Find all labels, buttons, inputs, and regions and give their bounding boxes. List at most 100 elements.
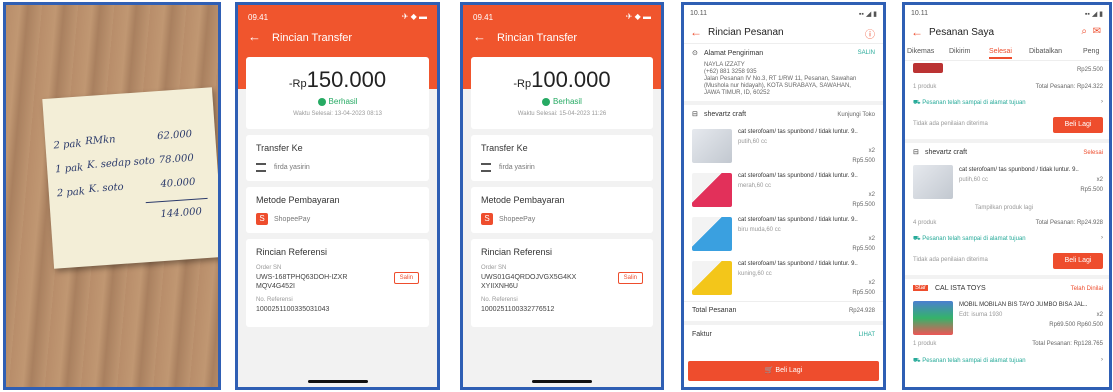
product-variant: merah,60 cc (738, 183, 772, 189)
order-sn-label: Order SN (481, 265, 507, 271)
chevron-right-icon[interactable]: › (1101, 99, 1103, 105)
visit-shop-link[interactable]: Kunjungi Toko (837, 112, 875, 118)
product-price: Rp69.500 Rp60.500 (1049, 322, 1103, 328)
help-icon[interactable]: ⓘ (865, 26, 875, 41)
bank-icon (256, 163, 266, 172)
tab-pengembalian[interactable]: Peng (1083, 48, 1099, 55)
product-variant: putih,60 cc (738, 139, 768, 145)
buy-again-button[interactable]: Beli Lagi (1053, 117, 1103, 133)
buy-again-button[interactable]: Beli Lagi (1053, 253, 1103, 269)
product-qty: x2 (868, 236, 875, 242)
back-arrow-icon[interactable]: ← (473, 29, 486, 44)
status-icons: ▪▪ ◢ ▮ (858, 11, 877, 18)
divider (684, 101, 883, 105)
product-variant: kuning,60 cc (738, 271, 772, 277)
address-line: (+62) 881 3258 935 (704, 69, 757, 75)
search-icon[interactable]: ⌕ (1081, 26, 1087, 37)
copy-address-button[interactable]: SALIN (858, 50, 875, 56)
product-qty: x2 (868, 280, 875, 286)
truck-icon: ⛟ (913, 358, 923, 364)
delivery-status[interactable]: ⛟ Pesanan telah sampai di alamat tujuan (913, 235, 1026, 243)
order-sn: UWS01G4QRDOJVGX5G4KX XYIIXNH6U (481, 274, 577, 290)
page-title: Rincian Transfer (497, 32, 578, 44)
delivery-status[interactable]: ⛟ Pesanan telah sampai di alamat tujuan (913, 357, 1026, 365)
product-name: cat sterofoam/ tas spunbond / tidak lunt… (738, 173, 858, 179)
chevron-right-icon[interactable]: › (1101, 235, 1103, 241)
product-thumbnail (692, 129, 732, 163)
payment-method: ShopeePay (274, 216, 311, 223)
product-thumbnail (692, 261, 732, 295)
status-time: 09.41 (473, 13, 494, 22)
copy-button[interactable]: Salin (393, 272, 419, 284)
payment-method-card: Metode Pembayaran S ShopeePay (471, 187, 653, 233)
product-count: 4 produk (913, 220, 937, 226)
payment-method: ShopeePay (499, 216, 536, 223)
note-item-2: K. sedap soto (86, 155, 156, 172)
amount-card: -Rp150.000 Berhasil Waktu Selesai: 13-04… (246, 57, 429, 129)
copy-button[interactable]: Salin (617, 272, 643, 284)
divider (684, 321, 883, 325)
product-qty: x2 (868, 148, 875, 154)
product-price: Rp5.500 (852, 290, 875, 296)
status-badge: Berhasil (246, 97, 429, 106)
buy-again-button[interactable]: 🛒 Beli Lagi (688, 361, 879, 381)
order-total: Total Pesanan: Rp24.322 (1035, 84, 1103, 90)
tab-dikirim[interactable]: Dikirim (949, 48, 970, 55)
chevron-right-icon[interactable]: › (1101, 357, 1103, 363)
chat-icon[interactable]: ✉ (1093, 26, 1101, 37)
note-qty-3: 2 pak (56, 186, 86, 200)
shopeepay-icon: S (481, 213, 493, 225)
tab-dibatalkan[interactable]: Dibatalkan (1029, 48, 1062, 55)
shop-name[interactable]: shevartz craft (704, 111, 746, 118)
back-arrow-icon[interactable]: ← (690, 25, 702, 39)
no-rating-text: Tidak ada penilaian diterima (913, 121, 988, 127)
show-more-products[interactable]: Tampilkan produk lagi (975, 205, 1033, 211)
location-pin-icon: ⊙ (692, 50, 698, 57)
reference-no-label: No. Referensi (481, 297, 518, 303)
truck-icon: ⛟ (913, 100, 923, 106)
note-price-2: 78.000 (158, 152, 195, 167)
tab-selesai[interactable]: Selesai (989, 48, 1012, 59)
shop-name: CAL ISTA TOYS (935, 285, 986, 292)
section-title: Metode Pembayaran (481, 195, 565, 205)
shop-icon: ⊟ (913, 149, 919, 156)
reference-no-label: No. Referensi (256, 297, 293, 303)
note-qty-2: 1 pak (54, 162, 84, 176)
shop-icon: ⊟ (692, 111, 698, 118)
reference-no: 1000251100332776512 (481, 306, 555, 313)
note-total: 144.000 (160, 206, 203, 221)
address-line: (Mushola nur hidayah), KOTA SURABAYA, SA… (704, 83, 851, 89)
back-arrow-icon[interactable]: ← (911, 25, 923, 39)
truck-icon: ⛟ (913, 236, 923, 242)
status-time: 10.11 (690, 10, 707, 17)
cart-icon: 🛒 (764, 367, 776, 374)
home-indicator (307, 380, 368, 383)
transfer-amount: -Rp100.000 (513, 67, 611, 92)
status-time: 10.11 (911, 10, 928, 17)
product-variant: biru muda,60 cc (738, 227, 781, 233)
reference-card: Rincian Referensi Order SN UWS01G4QRDOJV… (471, 239, 653, 327)
section-title: Rincian Referensi (256, 247, 328, 257)
divider (905, 139, 1109, 143)
product-count: 1 produk (913, 341, 937, 347)
order-status-tabs: Dikemas Dikirim Selesai Dibatalkan Peng (905, 45, 1109, 61)
tab-dikemas[interactable]: Dikemas (907, 48, 934, 55)
order-total[interactable]: Rp24.928 (849, 308, 875, 314)
note-price-3: 40.000 (160, 176, 196, 191)
product-name: cat sterofoam/ tas spunbond / tidak lunt… (738, 129, 858, 135)
section-title: Transfer Ke (256, 143, 303, 153)
delivery-status[interactable]: ⛟ Pesanan telah sampai di alamat tujuan (913, 99, 1026, 107)
transfer-detail-screen-2: 09.41 ✈ ◆ ▬ ← Rincian Transfer -Rp100.00… (460, 2, 664, 390)
reference-card: Rincian Referensi Order SN UWS-168TPHQ63… (246, 239, 429, 327)
product-price: Rp5.500 (852, 246, 875, 252)
divider (684, 301, 883, 302)
home-indicator (532, 380, 592, 383)
back-arrow-icon[interactable]: ← (248, 29, 261, 44)
product-qty: x2 (1096, 177, 1103, 183)
star-badge: Star (913, 285, 929, 291)
note-qty-1: 2 pak (53, 138, 82, 152)
view-invoice-link[interactable]: LIHAT (858, 332, 875, 338)
product-name: MOBIL MOBILAN BIS TAYO JUMBO BISA JAL.. (959, 302, 1088, 308)
recipient-name: firda yasirin (274, 164, 310, 171)
product-price: Rp25.500 (1076, 67, 1103, 73)
